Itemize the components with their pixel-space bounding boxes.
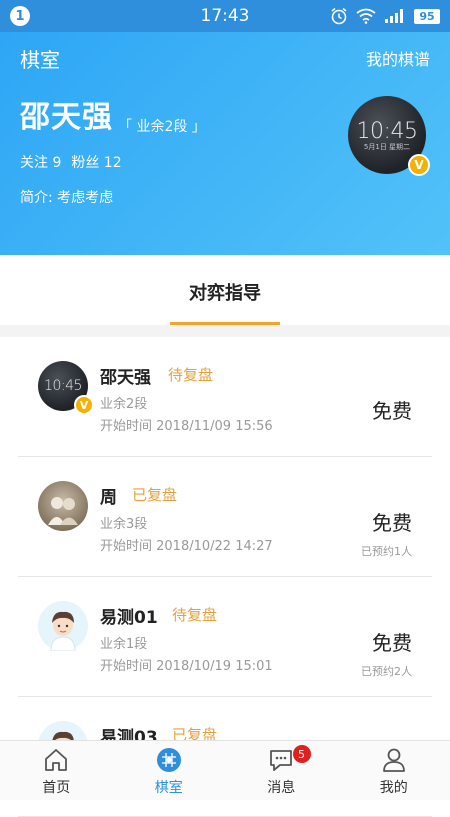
item-start-time: 开始时间 2018/11/09 15:56 [100,415,273,434]
item-booked-count: 已预约1人 [361,543,412,559]
avatar-clock-time: 10:45 [44,378,82,394]
item-rank: 业余1段 [100,633,147,652]
verified-icon: V [408,154,430,176]
item-start-time: 开始时间 2018/10/22 14:27 [100,535,273,554]
photo-icon [38,481,88,531]
item-price: 免费 [372,507,412,536]
notification-count-icon: 1 [10,6,30,26]
review-status: 待复盘 [168,364,213,385]
avatar-clock-time: 10:45 [357,119,418,144]
avatar: 10:45 V [38,361,88,411]
item-start-time: 开始时间 2018/10/19 15:01 [100,655,273,674]
status-icons: 95 [330,7,440,25]
bottom-nav: 首页 棋室 5 消息 我的 [0,740,450,800]
item-price: 免费 [372,627,412,656]
tab-bar: 对弈指导 [0,255,450,325]
item-rank: 业余2段 [100,393,147,412]
item-name: 周 [100,483,117,508]
message-icon [268,747,294,773]
wifi-icon [356,8,376,24]
avatar [38,601,88,651]
nav-label: 首页 [42,777,70,797]
my-records-link[interactable]: 我的棋谱 [366,46,430,70]
item-name: 易测01 [100,603,158,628]
page-title: 棋室 [20,44,60,73]
go-board-icon [156,747,182,773]
nav-label: 消息 [267,777,295,797]
nav-home[interactable]: 首页 [0,741,113,800]
battery-icon: 95 [414,9,440,24]
alarm-icon [330,7,348,25]
item-rank: 业余3段 [100,513,147,532]
unread-badge: 5 [293,745,311,763]
avatar [38,481,88,531]
default-avatar-icon [38,601,88,651]
verified-icon: V [74,395,94,415]
nav-messages[interactable]: 5 消息 [225,741,338,800]
home-icon [43,747,69,773]
list-item[interactable]: 周 已复盘 业余3段 开始时间 2018/10/22 14:27 免费 已预约1… [18,457,432,577]
tab-game-guidance[interactable]: 对弈指导 [0,279,450,305]
list-item[interactable]: 10:45 V 邵天强 待复盘 业余2段 开始时间 2018/11/09 15:… [18,337,432,457]
review-status: 待复盘 [172,604,217,625]
status-bar: 1 17:43 95 [0,0,450,32]
avatar-clock-date: 5月1日 星期二 [364,142,410,152]
status-time: 17:43 [201,6,250,26]
nav-label: 棋室 [155,777,183,797]
user-rank: 「 业余2段 」 [118,116,206,136]
review-status: 已复盘 [132,484,177,505]
avatar[interactable]: 10:45 5月1日 星期二 V [348,96,426,174]
item-price: 免费 [372,395,412,424]
person-icon [381,747,407,773]
user-stats: 关注 9 粉丝 12 [20,152,122,172]
profile-header: 棋室 我的棋谱 邵天强 「 业余2段 」 关注 9 粉丝 12 简介: 考虑考虑… [0,32,450,255]
following-count[interactable]: 关注 9 [20,152,61,172]
nav-chess-room[interactable]: 棋室 [113,741,226,800]
user-name: 邵天强 [20,92,113,136]
followers-count[interactable]: 粉丝 12 [71,152,121,172]
item-booked-count: 已预约2人 [361,663,412,679]
item-name: 邵天强 [100,363,151,388]
section-divider [0,325,450,337]
list-item[interactable]: 易测01 待复盘 业余1段 开始时间 2018/10/19 15:01 免费 已… [18,577,432,697]
nav-label: 我的 [380,777,408,797]
nav-mine[interactable]: 我的 [338,741,450,800]
signal-icon [384,9,406,23]
user-bio: 简介: 考虑考虑 [20,187,113,207]
